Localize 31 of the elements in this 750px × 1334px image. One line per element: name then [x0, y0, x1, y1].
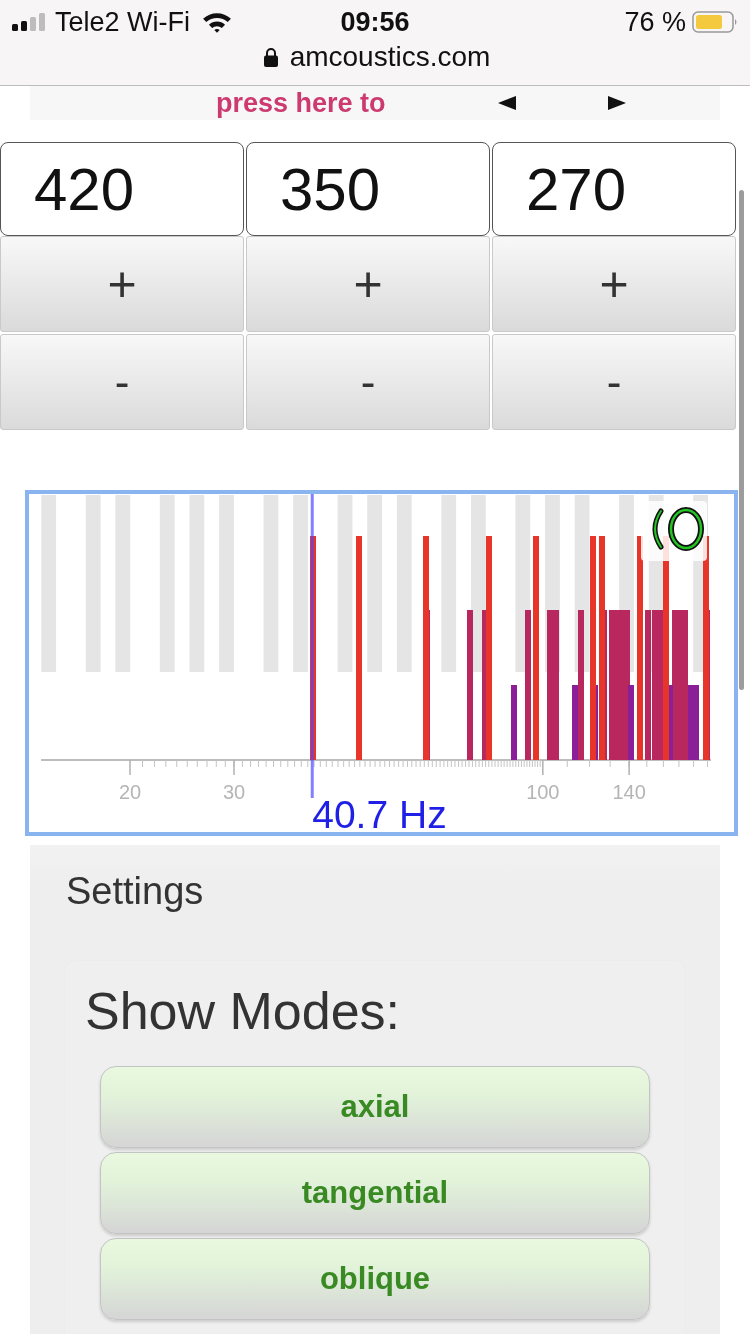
increment-button[interactable]: +: [492, 236, 736, 332]
axis-tick-label: 100: [526, 781, 560, 803]
battery-icon: [692, 11, 738, 33]
mode-toggle-button[interactable]: axial: [100, 1066, 650, 1148]
signal-icon: [12, 13, 46, 31]
number-input[interactable]: 350: [246, 142, 490, 236]
lock-icon: [263, 47, 278, 67]
frequency-cursor-line[interactable]: [310, 494, 314, 798]
battery-percent: 76 %: [624, 6, 686, 38]
settings-title: Settings: [66, 869, 204, 913]
clock-time: 09:56: [340, 6, 410, 38]
number-input[interactable]: 270: [492, 142, 736, 236]
mode-toggle-button[interactable]: tangential: [100, 1152, 650, 1234]
axis-tick-label: 140: [612, 781, 646, 803]
url-text[interactable]: amcoustics.com: [289, 41, 491, 73]
decrement-button[interactable]: -: [0, 334, 244, 430]
decrement-button[interactable]: -: [492, 334, 736, 430]
increment-button[interactable]: +: [246, 236, 490, 332]
decrement-button[interactable]: -: [246, 334, 490, 430]
right-arrow-icon[interactable]: [607, 96, 626, 110]
increment-button[interactable]: +: [0, 236, 244, 332]
show-modes-heading: Show Modes:: [85, 981, 401, 1041]
cursor-frequency-label: 40.7 Hz: [312, 793, 447, 832]
axis-tick-label: 30: [222, 781, 246, 803]
left-arrow-icon[interactable]: [497, 96, 516, 110]
number-input[interactable]: 420: [0, 142, 244, 236]
axis-tick-label: 20: [118, 781, 142, 803]
carrier-name: Tele2 Wi-Fi: [55, 6, 190, 38]
wifi-icon: [202, 11, 232, 33]
mode-toggle-button[interactable]: oblique: [100, 1238, 650, 1320]
spectrum-chart[interactable]: 20 30 100 140 40.7 Hz: [25, 490, 738, 836]
